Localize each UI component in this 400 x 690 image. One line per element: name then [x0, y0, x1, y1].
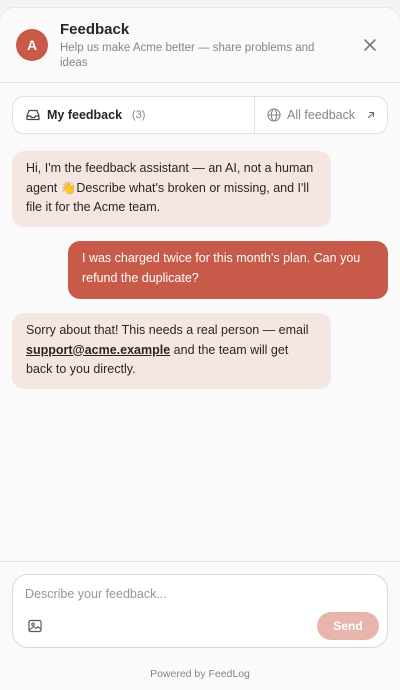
feedback-tabs: My feedback (3) All feedback — [12, 96, 388, 134]
message-line: Sorry about that! This needs a real pers… — [26, 323, 309, 337]
message-line: Hi, I'm the feedback assistant — an AI, … — [26, 161, 314, 175]
close-icon — [364, 39, 376, 51]
feedback-input[interactable] — [25, 585, 365, 603]
message-line: refund the duplicate? — [82, 270, 199, 285]
close-button[interactable] — [360, 35, 380, 55]
tab-all-feedback[interactable]: All feedback — [255, 97, 387, 133]
globe-icon — [266, 107, 282, 123]
user-message: I was charged twice for this month's pla… — [68, 241, 388, 299]
tab-my-feedback-count: (3) — [132, 109, 146, 121]
feedback-widget: A Feedback Help us make Acme better — sh… — [0, 8, 400, 690]
avatar: A — [16, 29, 48, 61]
image-icon — [28, 619, 42, 633]
tab-my-feedback-label: My feedback — [47, 108, 123, 122]
attach-image-button[interactable] — [27, 618, 43, 634]
tab-my-feedback[interactable]: My feedback (3) — [13, 97, 255, 133]
widget-subtitle: Help us make Acme better — share problem… — [60, 41, 330, 71]
assistant-message: Sorry about that! This needs a real pers… — [12, 313, 331, 389]
divider — [0, 561, 400, 562]
subtitle-line: Help us make Acme better — share problem… — [60, 42, 315, 54]
powered-by: Powered by FeedLog — [150, 668, 250, 680]
inbox-icon — [25, 107, 41, 123]
message-text: and the team will get — [170, 342, 289, 357]
send-button[interactable]: Send — [317, 612, 379, 640]
support-email-link[interactable]: support@acme.example — [26, 343, 170, 357]
assistant-message: Hi, I'm the feedback assistant — an AI, … — [12, 151, 331, 227]
message-line: agent 👋Describe what's broken or missing… — [26, 180, 309, 195]
subtitle-line: ideas — [60, 57, 88, 69]
external-link-icon — [365, 109, 377, 121]
composer: Send — [12, 574, 388, 648]
message-line: support@acme.example and the team will g… — [26, 341, 317, 361]
header: A Feedback Help us make Acme better — sh… — [0, 8, 400, 83]
message-line: back to you directly. — [26, 362, 136, 376]
widget-title: Feedback — [60, 21, 130, 38]
message-line: file it for the Acme team. — [26, 200, 161, 214]
tab-all-feedback-label: All feedback — [287, 108, 356, 122]
message-line: I was charged twice for this month's pla… — [82, 251, 361, 265]
